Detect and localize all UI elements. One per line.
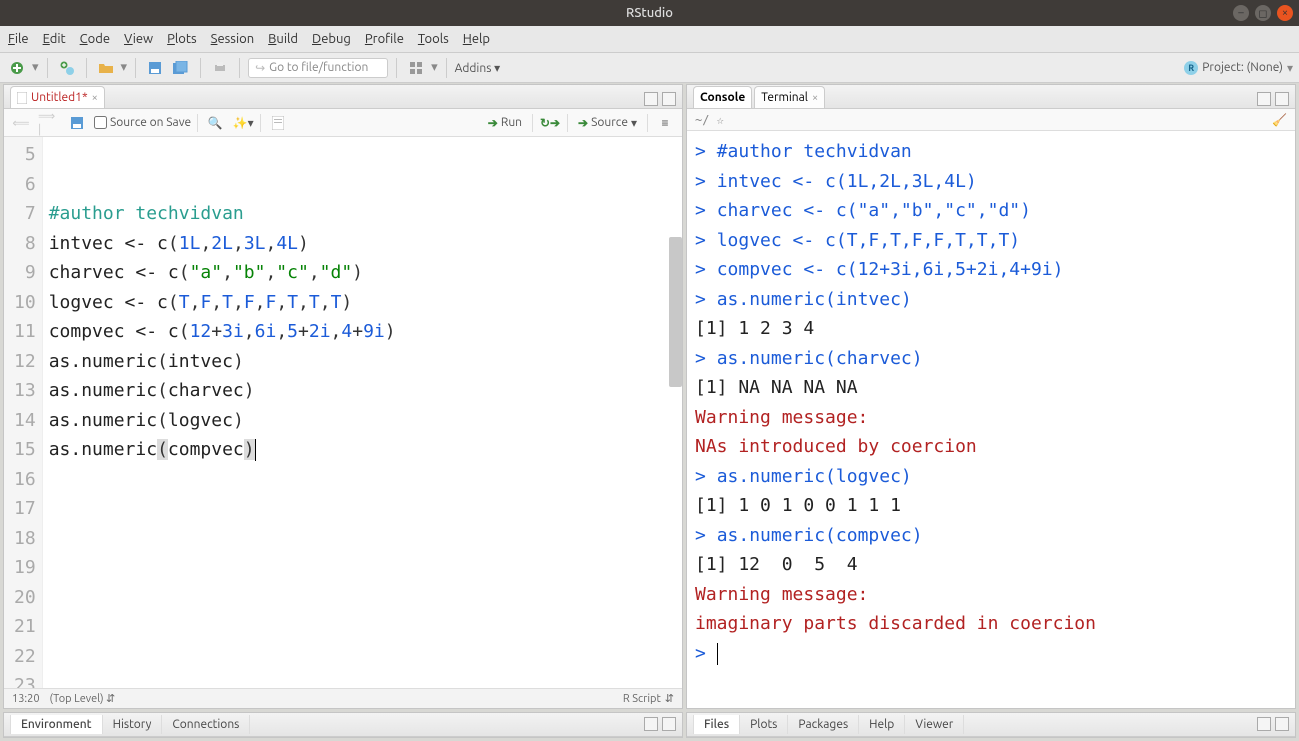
tab-plots[interactable]: Plots xyxy=(740,715,788,734)
menu-tools[interactable]: Tools xyxy=(418,32,449,46)
window-titlebar: RStudio – ◻ × xyxy=(0,0,1299,26)
menu-code[interactable]: Code xyxy=(80,32,110,46)
menu-view[interactable]: View xyxy=(124,32,153,46)
save-source-icon[interactable] xyxy=(66,112,88,134)
window-close-button[interactable]: × xyxy=(1277,5,1293,21)
console-pane: Console Terminal× ~/ ☆ 🧹 > #author techv… xyxy=(686,84,1296,709)
pane-max-icon[interactable] xyxy=(1275,92,1289,106)
addins-menu[interactable]: Addins ▾ xyxy=(455,61,501,75)
env-tabs: EnvironmentHistoryConnections xyxy=(4,713,682,737)
files-pane: FilesPlotsPackagesHelpViewer xyxy=(686,712,1296,738)
menu-plots[interactable]: Plots xyxy=(167,32,197,46)
goto-placeholder: Go to file/function xyxy=(269,61,368,74)
wand-icon[interactable]: ✨▾ xyxy=(232,112,254,134)
save-icon[interactable] xyxy=(144,57,166,79)
close-icon[interactable]: × xyxy=(92,92,98,104)
line-gutter: 567891011121314151617181920212223 xyxy=(4,137,43,688)
tab-files[interactable]: Files xyxy=(693,715,740,734)
pane-min-icon[interactable] xyxy=(1257,717,1271,731)
pane-min-icon[interactable] xyxy=(1257,92,1271,106)
cursor-position: 13:20 xyxy=(12,693,40,705)
outline-icon[interactable]: ≡ xyxy=(654,112,676,134)
open-file-icon[interactable] xyxy=(95,57,117,79)
tab-help[interactable]: Help xyxy=(859,715,905,734)
window-maximize-button[interactable]: ◻ xyxy=(1255,5,1271,21)
nav-back-icon[interactable]: ⟸ xyxy=(10,112,32,134)
tab-environment[interactable]: Environment xyxy=(10,715,103,734)
source-on-save-checkbox[interactable] xyxy=(94,116,107,129)
console-subheader: ~/ ☆ 🧹 xyxy=(687,109,1295,131)
tab-console[interactable]: Console xyxy=(693,86,752,108)
console-body[interactable]: > #author techvidvan> intvec <- c(1L,2L,… xyxy=(687,131,1295,708)
source-on-save-label: Source on Save xyxy=(110,116,191,129)
console-tabbar: Console Terminal× xyxy=(687,85,1295,109)
filetype-selector[interactable]: R Script ⇵ xyxy=(623,692,674,705)
pane-max-icon[interactable] xyxy=(662,717,676,731)
tab-packages[interactable]: Packages xyxy=(788,715,859,734)
menu-build[interactable]: Build xyxy=(268,32,298,46)
run-button[interactable]: ➔Run xyxy=(484,114,526,132)
window-minimize-button[interactable]: – xyxy=(1233,5,1249,21)
new-project-icon[interactable] xyxy=(56,57,78,79)
file-icon xyxy=(17,92,27,104)
editor-statusbar: 13:20 (Top Level) ⇵ R Script ⇵ xyxy=(4,688,682,708)
find-icon[interactable]: 🔍 xyxy=(204,112,226,134)
grid-icon[interactable] xyxy=(405,57,427,79)
tab-viewer[interactable]: Viewer xyxy=(905,715,964,734)
pane-max-icon[interactable] xyxy=(662,92,676,106)
menu-help[interactable]: Help xyxy=(463,32,490,46)
source-pane: Untitled1* × ⟸ ⟹ | Source on Save 🔍 ✨▾ ➔… xyxy=(3,84,683,709)
project-label: Project: (None) xyxy=(1202,61,1283,74)
source-button[interactable]: ➔Source ▾ xyxy=(574,114,641,132)
source-tab-untitled[interactable]: Untitled1* × xyxy=(10,86,105,108)
report-icon[interactable] xyxy=(267,112,289,134)
print-icon[interactable] xyxy=(209,57,231,79)
window-controls: – ◻ × xyxy=(1233,5,1293,21)
console-wd: ~/ ☆ xyxy=(695,113,724,127)
menu-file[interactable]: File xyxy=(8,32,29,46)
goto-input[interactable]: ↪Go to file/function xyxy=(248,58,388,78)
main-toolbar: ▾ ▾ ↪Go to file/function ▾ Addins ▾ R Pr… xyxy=(0,53,1299,83)
tab-connections[interactable]: Connections xyxy=(162,715,250,734)
source-tab-label: Untitled1* xyxy=(31,91,88,104)
pane-max-icon[interactable] xyxy=(1275,717,1289,731)
code-area[interactable]: #author techvidvanintvec <- c(1L,2L,3L,4… xyxy=(43,137,682,688)
files-tabs: FilesPlotsPackagesHelpViewer xyxy=(687,713,1295,737)
pane-min-icon[interactable] xyxy=(644,717,658,731)
source-toolbar: ⟸ ⟹ | Source on Save 🔍 ✨▾ ➔Run ↻➔ ➔Sourc… xyxy=(4,109,682,137)
menu-debug[interactable]: Debug xyxy=(312,32,351,46)
clear-console-icon[interactable]: 🧹 xyxy=(1272,113,1287,127)
source-tabbar: Untitled1* × xyxy=(4,85,682,109)
tab-history[interactable]: History xyxy=(103,715,163,734)
save-all-icon[interactable] xyxy=(170,57,192,79)
env-pane: EnvironmentHistoryConnections xyxy=(3,712,683,738)
rerun-icon[interactable]: ↻➔ xyxy=(539,112,561,134)
menu-profile[interactable]: Profile xyxy=(365,32,404,46)
r-project-icon: R xyxy=(1184,61,1198,75)
project-selector[interactable]: R Project: (None) ▾ xyxy=(1184,61,1293,75)
scope-selector[interactable]: (Top Level) ⇵ xyxy=(50,692,116,705)
tab-terminal[interactable]: Terminal× xyxy=(754,86,825,108)
main-grid: Untitled1* × ⟸ ⟹ | Source on Save 🔍 ✨▾ ➔… xyxy=(0,83,1299,741)
menu-edit[interactable]: Edit xyxy=(43,32,66,46)
editor-body[interactable]: 567891011121314151617181920212223 #autho… xyxy=(4,137,682,688)
nav-fwd-icon[interactable]: ⟹ | xyxy=(38,112,60,134)
menubar: File Edit Code View Plots Session Build Debug Pr… xyxy=(0,26,1299,53)
scrollbar-thumb[interactable] xyxy=(669,237,682,387)
pane-min-icon[interactable] xyxy=(644,92,658,106)
new-file-icon[interactable] xyxy=(6,57,28,79)
window-title: RStudio xyxy=(626,6,673,20)
source-on-save-toggle[interactable]: Source on Save xyxy=(94,116,191,129)
menu-session[interactable]: Session xyxy=(211,32,254,46)
